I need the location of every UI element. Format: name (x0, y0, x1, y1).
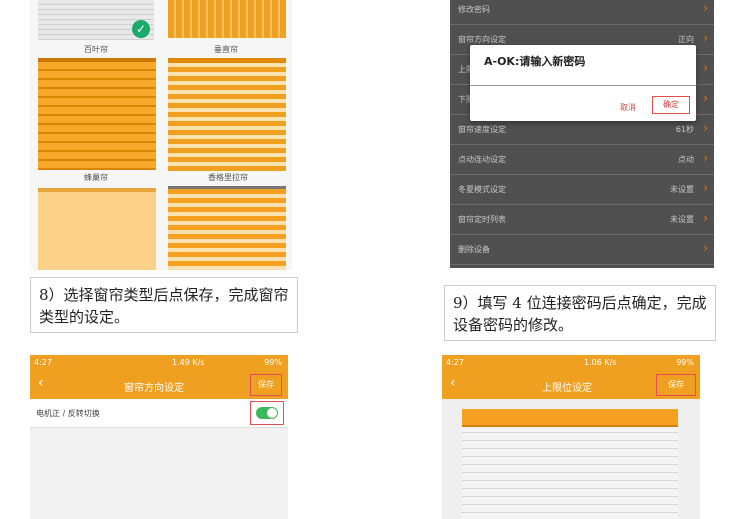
save-button[interactable]: 保存 (656, 374, 696, 396)
status-bar: 4:27 1.06 K/s 99% (442, 355, 700, 371)
selected-check-icon: ✓ (132, 20, 150, 38)
chevron-right-icon: › (703, 151, 708, 165)
curtain-label-shangri-la: 香格里拉帘 (208, 173, 248, 182)
password-dialog: A-OK:请输入新密码 取消 确定 (470, 45, 696, 121)
chevron-right-icon: › (703, 181, 708, 195)
settings-row-value: 正向 (678, 35, 694, 44)
back-arrow-icon[interactable]: ‹ (450, 375, 456, 391)
app-bar: ‹ 窗帘方向设定 保存 (30, 371, 288, 399)
zebra-blind-option[interactable] (168, 186, 286, 270)
save-label: 保存 (258, 380, 274, 389)
toggle-knob (267, 408, 277, 418)
upper-limit-panel: 4:27 1.06 K/s 99% ‹ 上限位设定 保存 (442, 355, 700, 519)
venetian-blind-option[interactable]: ✓ (38, 0, 154, 40)
blind-preview (462, 409, 678, 519)
roller-blind-option[interactable] (38, 188, 156, 270)
dialog-confirm-button[interactable]: 确定 (652, 96, 690, 114)
step-9-caption: 9）填写 4 位连接密码后点确定，完成设备密码的修改。 (444, 285, 716, 341)
honeycomb-blind-option[interactable] (38, 58, 156, 170)
settings-row-label: 修改密码 (458, 5, 490, 14)
save-button[interactable]: 保存 (250, 374, 282, 396)
settings-row[interactable]: 冬夏模式设定 未设置 › (450, 172, 714, 205)
chevron-right-icon: › (703, 31, 708, 45)
chevron-right-icon: › (703, 121, 708, 135)
dialog-confirm-label: 确定 (663, 100, 679, 109)
step-8-caption: 8）选择窗帘类型后点保存，完成窗帘类型的设定。 (30, 277, 298, 333)
settings-row-value: 未设置 (670, 185, 694, 194)
page-title: 窗帘方向设定 (124, 383, 184, 394)
dialog-title: A-OK:请输入新密码 (484, 55, 586, 68)
app-bar: ‹ 上限位设定 保存 (442, 371, 700, 399)
page-title: 上限位设定 (542, 383, 592, 394)
save-label: 保存 (668, 380, 684, 389)
settings-row-value: 61秒 (675, 125, 694, 134)
curtain-label-vertical: 垂直帘 (214, 45, 238, 54)
step-8-text: 8）选择窗帘类型后点保存，完成窗帘类型的设定。 (39, 286, 289, 326)
chevron-right-icon: › (703, 91, 708, 105)
motor-direction-row: 电机正 / 反转切换 (30, 399, 288, 428)
direction-setting-panel: 4:27 1.49 K/s 99% ‹ 窗帘方向设定 保存 电机正 / 反转切换 (30, 355, 288, 519)
motor-direction-label: 电机正 / 反转切换 (36, 409, 100, 418)
chevron-right-icon: › (703, 61, 708, 75)
back-arrow-icon[interactable]: ‹ (38, 375, 44, 391)
status-time: 4:27 (446, 358, 464, 367)
settings-row-label: 删除设备 (458, 245, 490, 254)
status-bar: 4:27 1.49 K/s 99% (30, 355, 288, 371)
step-9-text: 9）填写 4 位连接密码后点确定，完成设备密码的修改。 (453, 294, 707, 334)
motor-direction-toggle[interactable] (256, 407, 278, 419)
settings-row-label: 点动连动设定 (458, 155, 506, 164)
settings-row[interactable]: 点动连动设定 点动 › (450, 142, 714, 175)
settings-row-value: 未设置 (670, 215, 694, 224)
settings-row[interactable]: 删除设备 › (450, 232, 714, 265)
password-input[interactable] (470, 85, 696, 86)
settings-row-label: 窗帘速度设定 (458, 125, 506, 134)
settings-row-label: 窗帘定时列表 (458, 215, 506, 224)
shangri-la-blind-option[interactable] (168, 58, 286, 171)
status-time: 4:27 (34, 358, 52, 367)
dialog-cancel-button[interactable]: 取消 (620, 102, 636, 113)
status-battery: 99% (676, 358, 694, 367)
settings-row[interactable]: 窗帘定时列表 未设置 › (450, 202, 714, 235)
curtain-type-panel: ✓ 百叶帘 垂直帘 蜂巢帘 香格里拉帘 (30, 0, 292, 270)
settings-row-label: 冬夏模式设定 (458, 185, 506, 194)
status-speed: 1.49 K/s (172, 358, 205, 367)
chevron-right-icon: › (703, 1, 708, 15)
status-speed: 1.06 K/s (584, 358, 617, 367)
curtain-label-honeycomb: 蜂巢帘 (84, 173, 108, 182)
curtain-label-venetian: 百叶帘 (84, 45, 108, 54)
chevron-right-icon: › (703, 241, 708, 255)
device-settings-panel: 修改密码›窗帘方向设定正向›上限位设定›下限位设定›窗帘速度设定61秒›点动连动… (450, 0, 714, 268)
settings-row-value: 点动 (678, 155, 694, 164)
blind-headrail (462, 409, 678, 427)
status-battery: 99% (264, 358, 282, 367)
vertical-blind-option[interactable] (168, 0, 286, 38)
chevron-right-icon: › (703, 211, 708, 225)
settings-row-label: 窗帘方向设定 (458, 35, 506, 44)
